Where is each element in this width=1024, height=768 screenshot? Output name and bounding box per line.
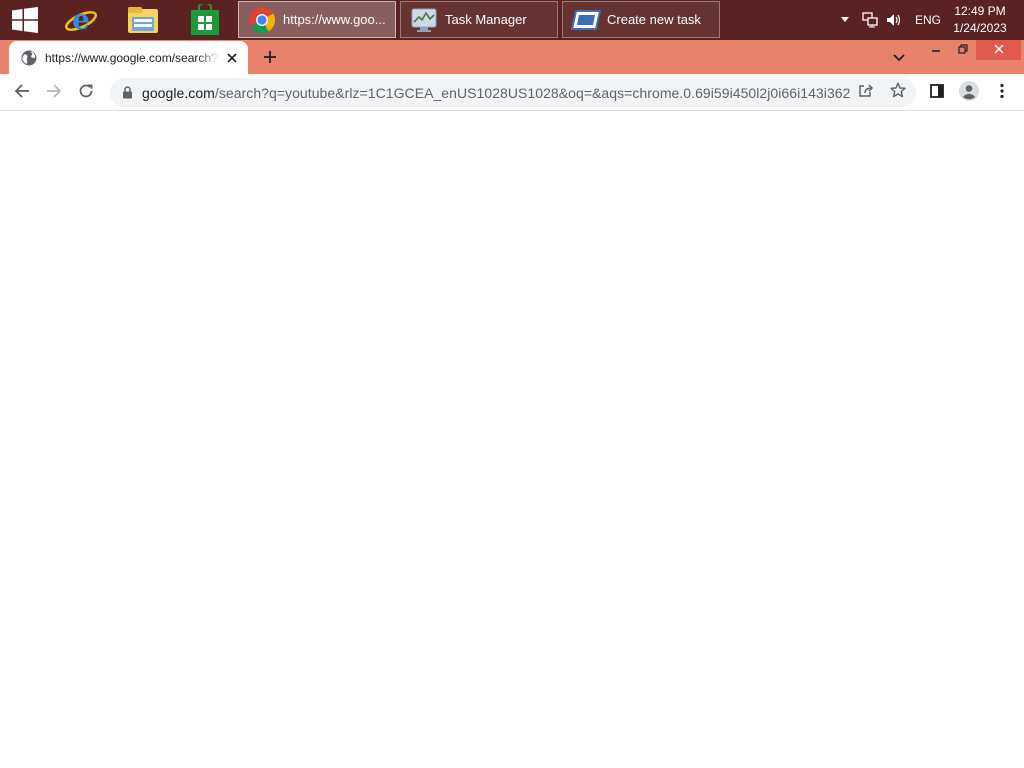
chevron-up-icon bbox=[840, 11, 850, 29]
forward-button[interactable] bbox=[40, 79, 68, 107]
avatar-icon bbox=[959, 80, 979, 106]
reload-button[interactable] bbox=[72, 79, 100, 107]
taskbar-task-label: Task Manager bbox=[445, 12, 527, 27]
more-vertical-icon bbox=[1000, 83, 1004, 104]
url-host: google.com bbox=[142, 84, 215, 101]
chrome-icon bbox=[247, 5, 277, 35]
back-button[interactable] bbox=[8, 79, 36, 107]
chrome-tab-strip: https://www.google.com/search?q=youtube&… bbox=[0, 40, 1024, 74]
svg-text:e: e bbox=[72, 3, 90, 36]
minimize-button[interactable] bbox=[922, 40, 950, 60]
store-icon[interactable] bbox=[182, 0, 228, 40]
run-dialog-icon bbox=[571, 5, 601, 35]
side-panel-button[interactable] bbox=[923, 79, 951, 107]
star-icon bbox=[890, 82, 906, 103]
taskbar-task-task-manager[interactable]: Task Manager bbox=[400, 1, 558, 38]
url-text[interactable]: google.com/search?q=youtube&rlz=1C1GCEA_… bbox=[142, 85, 850, 101]
plus-icon bbox=[263, 50, 277, 69]
arrow-left-icon bbox=[14, 83, 30, 104]
restore-icon bbox=[958, 41, 968, 59]
browser-toolbar: google.com/search?q=youtube&rlz=1C1GCEA_… bbox=[0, 74, 1024, 111]
show-hidden-icons-button[interactable] bbox=[840, 0, 850, 40]
arrow-right-icon bbox=[46, 83, 62, 104]
reload-icon bbox=[78, 83, 94, 104]
taskbar-task-label: https://www.goo... bbox=[283, 12, 386, 27]
internet-explorer-icon[interactable]: e bbox=[58, 0, 104, 40]
input-language-indicator[interactable]: ENG bbox=[915, 0, 941, 40]
profile-button[interactable] bbox=[955, 79, 983, 107]
taskbar: e https://www.goo... Task Manager Create… bbox=[0, 0, 1024, 40]
tab-title: https://www.google.com/search?q=youtube&… bbox=[45, 50, 219, 65]
clock[interactable]: 12:49 PM 1/24/2023 bbox=[950, 3, 1010, 37]
address-bar[interactable]: google.com/search?q=youtube&rlz=1C1GCEA_… bbox=[110, 78, 916, 107]
side-panel-icon bbox=[929, 83, 945, 104]
clock-date: 1/24/2023 bbox=[953, 21, 1007, 35]
volume-icon[interactable] bbox=[886, 0, 902, 40]
taskbar-task-create-new-task[interactable]: Create new task bbox=[562, 1, 720, 38]
new-tab-button[interactable] bbox=[258, 47, 282, 71]
share-button[interactable] bbox=[854, 80, 878, 104]
tab-search-button[interactable] bbox=[886, 48, 912, 68]
restore-button[interactable] bbox=[950, 40, 976, 60]
task-manager-icon bbox=[409, 5, 439, 35]
lock-icon[interactable] bbox=[120, 86, 134, 100]
share-icon bbox=[858, 82, 874, 103]
close-window-button[interactable] bbox=[976, 40, 1021, 60]
chrome-menu-button[interactable] bbox=[988, 79, 1016, 107]
taskbar-task-label: Create new task bbox=[607, 12, 701, 27]
clock-time: 12:49 PM bbox=[954, 4, 1006, 18]
start-windows-icon[interactable] bbox=[2, 0, 48, 40]
chevron-down-icon bbox=[893, 49, 905, 67]
url-path: /search?q=youtube&rlz=1C1GCEA_enUS1028US… bbox=[214, 84, 850, 101]
globe-icon bbox=[21, 50, 37, 66]
close-icon bbox=[993, 41, 1004, 59]
browser-tab[interactable]: https://www.google.com/search?q=youtube&… bbox=[9, 41, 248, 74]
taskbar-task-chrome[interactable]: https://www.goo... bbox=[238, 1, 396, 38]
file-explorer-icon[interactable] bbox=[120, 0, 166, 40]
close-tab-icon[interactable] bbox=[224, 50, 240, 66]
network-icon[interactable] bbox=[862, 0, 878, 40]
language-label: ENG bbox=[915, 13, 942, 27]
page-content bbox=[0, 111, 1024, 768]
minimize-icon bbox=[931, 41, 941, 59]
bookmark-button[interactable] bbox=[886, 80, 910, 104]
